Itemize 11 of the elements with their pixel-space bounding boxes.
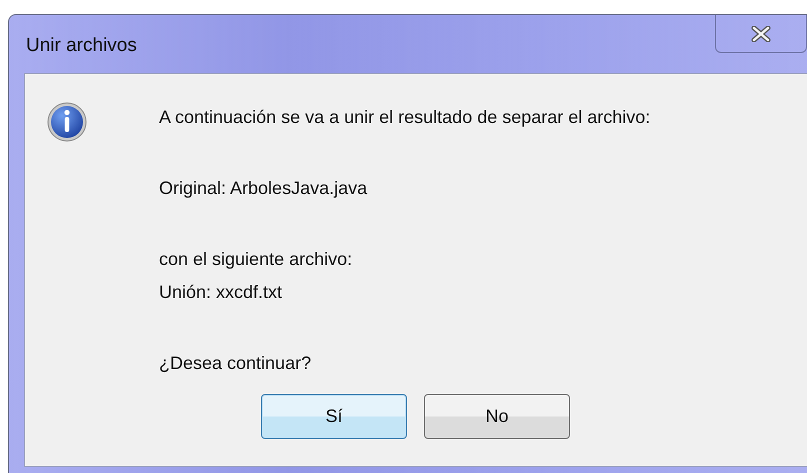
info-icon [47, 102, 87, 142]
message-text: con el siguiente archivo: [159, 248, 354, 271]
message-text: A continuación se va a unir el resultado de separar el archivo: [159, 106, 650, 129]
dialog-button[interactable]: Sí [261, 394, 407, 439]
message-text: Original: ArbolesJava.java [159, 177, 368, 200]
close-icon [750, 26, 772, 42]
window-title: Unir archivos [26, 35, 137, 57]
close-button[interactable] [715, 15, 807, 53]
message-text: Unión: xxcdf.txt [159, 281, 284, 304]
dialog-button[interactable]: No [424, 394, 570, 439]
message-text: ¿Desea continuar? [159, 352, 312, 375]
